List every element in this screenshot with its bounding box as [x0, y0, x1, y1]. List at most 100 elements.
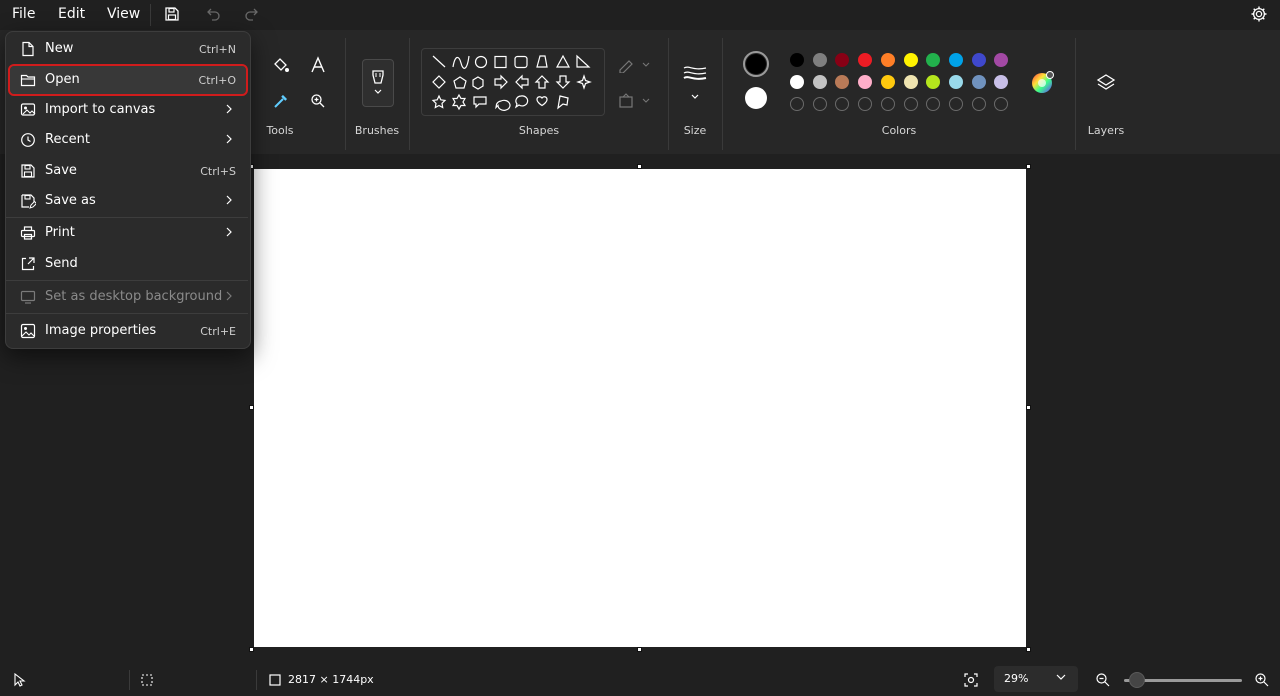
save-as-icon — [20, 193, 38, 209]
chevron-right-icon — [224, 225, 234, 239]
brushes-group-label: Brushes — [354, 124, 400, 137]
menu-item-recent[interactable]: Recent — [10, 126, 246, 154]
color-swatch[interactable] — [903, 75, 918, 89]
menu-item-import-to-canvas[interactable]: Import to canvas — [10, 96, 246, 124]
fit-to-window-icon[interactable] — [961, 670, 981, 690]
color-swatch[interactable] — [948, 75, 963, 89]
menu-item-print[interactable]: Print — [10, 219, 246, 247]
resize-handle-left[interactable] — [249, 405, 254, 410]
color-swatch[interactable] — [926, 75, 941, 89]
canvas-size-icon — [266, 671, 284, 689]
custom-color-slot[interactable] — [858, 97, 873, 111]
custom-color-slot[interactable] — [971, 97, 986, 111]
color-swatch[interactable] — [926, 53, 941, 67]
custom-color-slot[interactable] — [790, 97, 804, 111]
color-swatch[interactable] — [971, 75, 986, 89]
custom-color-slot[interactable] — [994, 97, 1009, 111]
menu-item-new[interactable]: New Ctrl+N — [10, 35, 246, 63]
zoom-in-icon[interactable] — [1252, 670, 1272, 690]
zoom-dropdown[interactable]: 29% — [994, 666, 1078, 692]
drawing-canvas[interactable] — [254, 169, 1026, 647]
size-selector-button[interactable] — [680, 62, 710, 102]
custom-color-slot[interactable] — [835, 97, 850, 111]
resize-handle-bottom-left[interactable] — [249, 647, 254, 652]
color-swatch[interactable] — [835, 75, 850, 89]
resize-handle-top-right[interactable] — [1026, 164, 1031, 169]
chevron-right-icon — [224, 193, 234, 207]
zoom-value: 29% — [1004, 672, 1029, 685]
menu-item-label: Send — [45, 256, 78, 271]
layers-icon[interactable] — [1093, 70, 1119, 96]
file-menu: New Ctrl+N Open Ctrl+O Import to canvas … — [5, 31, 251, 349]
status-divider — [256, 670, 257, 690]
color-swatch[interactable] — [812, 53, 827, 67]
menu-item-shortcut: Ctrl+E — [200, 325, 236, 338]
desktop-icon — [20, 289, 36, 305]
resize-handle-bottom-right[interactable] — [1026, 647, 1031, 652]
custom-color-slot[interactable] — [812, 97, 827, 111]
color-picker-icon[interactable] — [270, 90, 292, 112]
shapes-gallery-icons[interactable] — [422, 49, 604, 115]
color-swatch[interactable] — [880, 75, 895, 89]
magnifier-icon[interactable] — [307, 90, 329, 112]
menu-item-shortcut: Ctrl+S — [200, 165, 236, 178]
menu-item-shortcut: Ctrl+N — [198, 43, 236, 56]
color-swatch[interactable] — [903, 53, 918, 67]
color-swatch[interactable] — [858, 75, 873, 89]
text-tool-icon[interactable] — [307, 54, 329, 76]
menu-view[interactable]: View — [107, 6, 140, 22]
menu-item-save[interactable]: Save Ctrl+S — [10, 157, 246, 185]
menu-edit[interactable]: Edit — [58, 6, 85, 22]
menu-item-send[interactable]: Send — [10, 250, 246, 278]
primary-color-swatch[interactable] — [743, 51, 769, 77]
menubar-divider — [150, 4, 151, 26]
settings-gear-icon[interactable] — [1248, 3, 1270, 25]
color-swatch[interactable] — [858, 53, 873, 67]
color-swatch[interactable] — [790, 75, 804, 89]
color-swatch[interactable] — [971, 53, 986, 67]
custom-color-slot[interactable] — [948, 97, 963, 111]
resize-handle-right[interactable] — [1026, 405, 1031, 410]
color-swatch[interactable] — [790, 53, 804, 67]
zoom-slider-thumb[interactable] — [1129, 672, 1146, 688]
menu-item-save-as[interactable]: Save as — [10, 187, 246, 215]
share-icon — [20, 256, 36, 272]
color-swatch[interactable] — [994, 75, 1009, 89]
print-icon — [20, 225, 36, 241]
zoom-out-icon[interactable] — [1093, 670, 1113, 690]
custom-color-slot[interactable] — [880, 97, 895, 111]
color-swatch[interactable] — [994, 53, 1009, 67]
status-divider — [129, 670, 130, 690]
import-icon — [20, 102, 36, 118]
size-group-label: Size — [683, 124, 707, 137]
outline-style-icon[interactable] — [617, 56, 651, 74]
shapes-gallery — [421, 48, 605, 116]
fill-style-icon[interactable] — [617, 92, 651, 110]
brush-selector-button[interactable] — [362, 59, 394, 107]
tools-group-label: Tools — [266, 124, 294, 137]
fill-bucket-icon[interactable] — [270, 54, 292, 76]
clock-icon — [20, 132, 36, 148]
custom-color-slot[interactable] — [903, 97, 918, 111]
shapes-group-label: Shapes — [518, 124, 560, 137]
redo-icon[interactable] — [241, 4, 261, 24]
resize-handle-bottom[interactable] — [637, 647, 642, 652]
chevron-right-icon — [224, 289, 234, 303]
menu-file[interactable]: File — [12, 6, 35, 22]
color-wheel-icon[interactable] — [1029, 69, 1055, 95]
menu-item-set-as-desktop-background: Set as desktop background — [10, 283, 246, 311]
ribbon-divider — [1075, 38, 1076, 150]
resize-handle-top[interactable] — [637, 164, 642, 169]
menu-divider — [6, 280, 248, 281]
secondary-color-swatch[interactable] — [745, 87, 767, 109]
undo-icon[interactable] — [204, 4, 224, 24]
custom-color-slot[interactable] — [926, 97, 941, 111]
menu-item-image-properties[interactable]: Image properties Ctrl+E — [10, 317, 246, 345]
color-swatch[interactable] — [948, 53, 963, 67]
color-swatch[interactable] — [880, 53, 895, 67]
color-swatch[interactable] — [812, 75, 827, 89]
menu-item-open[interactable]: Open Ctrl+O — [8, 64, 248, 96]
save-icon[interactable] — [162, 4, 182, 24]
color-swatch[interactable] — [835, 53, 850, 67]
image-properties-icon — [20, 323, 36, 339]
